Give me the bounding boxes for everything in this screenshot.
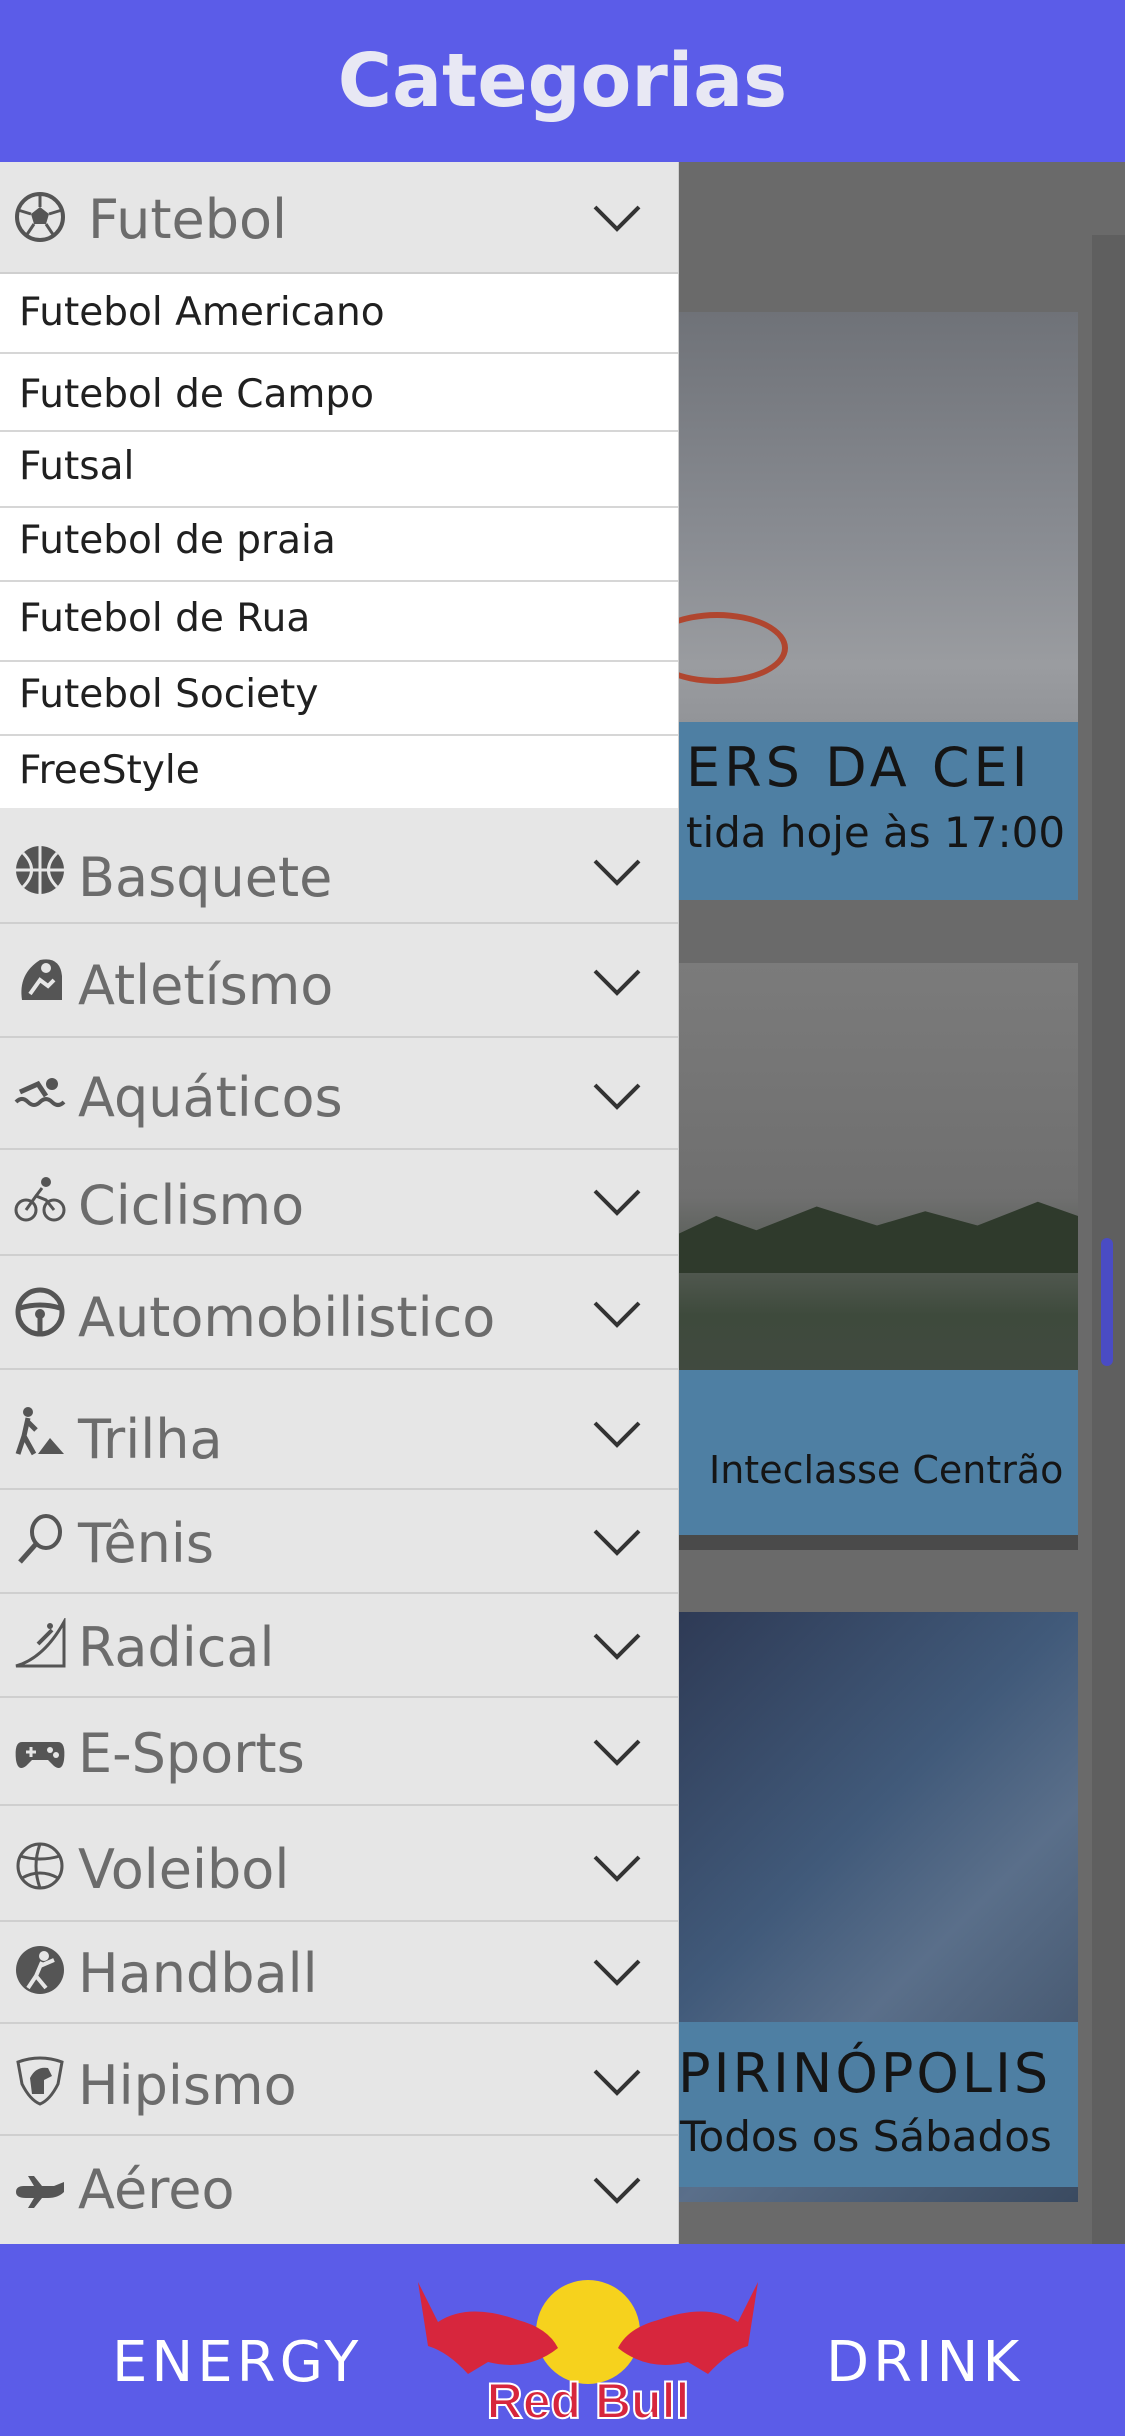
category-futebol[interactable]: Futebol xyxy=(0,162,678,274)
handball-icon xyxy=(16,1946,64,1994)
chevron-down-icon[interactable] xyxy=(592,1188,642,1216)
category-radical[interactable]: Radical xyxy=(0,1594,678,1698)
category-label: Futebol xyxy=(88,188,288,251)
svg-text:Red Bull: Red Bull xyxy=(487,2373,690,2428)
subcategory-item[interactable]: Futebol de Rua xyxy=(0,582,678,662)
scrollbar-thumb[interactable] xyxy=(1101,1238,1113,1366)
airplane-icon xyxy=(16,2176,64,2208)
soccer-ball-icon xyxy=(15,192,65,242)
category-basquete[interactable]: Basquete xyxy=(0,808,678,924)
event-title: Inteclasse Centrão xyxy=(709,1448,1064,1492)
event-card[interactable]: PIRINÓPOLIS Todos os Sábados xyxy=(676,1612,1078,2202)
chevron-down-icon[interactable] xyxy=(592,1420,642,1448)
horse-head-icon xyxy=(16,2056,64,2106)
event-banner: ERS DA CEI tida hoje às 17:00 xyxy=(676,722,1078,900)
footer-banner[interactable]: ENERGY Red Bull DRINK xyxy=(0,2244,1125,2436)
chevron-down-icon[interactable] xyxy=(592,858,642,886)
basketball-icon xyxy=(16,846,64,894)
subcategory-item[interactable]: FreeStyle xyxy=(0,736,678,808)
page-title: Categorias xyxy=(337,38,788,124)
cyclist-icon xyxy=(14,1177,66,1222)
category-handball[interactable]: Handball xyxy=(0,1922,678,2024)
chevron-down-icon[interactable] xyxy=(592,2176,642,2204)
chevron-down-icon[interactable] xyxy=(592,1300,642,1328)
field-image xyxy=(676,1201,1078,1273)
chevron-down-icon[interactable] xyxy=(592,204,642,232)
chevron-down-icon[interactable] xyxy=(592,1082,642,1110)
red-bull-logo: Red Bull xyxy=(418,2280,758,2428)
category-voleibol[interactable]: Voleibol xyxy=(0,1806,678,1922)
tennis-racket-icon xyxy=(18,1514,62,1564)
event-banner: PIRINÓPOLIS Todos os Sábados xyxy=(676,2022,1078,2187)
category-aquaticos[interactable]: Aquáticos xyxy=(0,1038,678,1150)
runner-icon xyxy=(21,959,63,1000)
category-aereo[interactable]: Aéreo xyxy=(0,2136,678,2244)
event-title: PIRINÓPOLIS xyxy=(678,2042,1052,2105)
chevron-down-icon[interactable] xyxy=(592,1738,642,1766)
steering-wheel-icon xyxy=(15,1287,65,1337)
chevron-down-icon[interactable] xyxy=(592,2068,642,2096)
event-title: ERS DA CEI xyxy=(686,736,1032,799)
chevron-down-icon[interactable] xyxy=(592,1632,642,1660)
category-automobilistico[interactable]: Automobilistico xyxy=(0,1256,678,1370)
subcategory-item[interactable]: Futebol Americano xyxy=(0,274,678,354)
hiker-icon xyxy=(15,1407,64,1456)
category-esports[interactable]: E-Sports xyxy=(0,1698,678,1806)
chevron-down-icon[interactable] xyxy=(592,1854,642,1882)
event-card[interactable]: ERS DA CEI tida hoje às 17:00 xyxy=(676,312,1078,900)
categories-drawer: Futebol Futebol Americano Futebol de Cam… xyxy=(0,162,679,2244)
skate-ramp-icon xyxy=(15,1618,66,1668)
category-ciclismo[interactable]: Ciclismo xyxy=(0,1150,678,1256)
gamepad-icon xyxy=(15,1742,65,1768)
chevron-down-icon[interactable] xyxy=(592,968,642,996)
chevron-down-icon[interactable] xyxy=(592,1958,642,1986)
category-trilha[interactable]: Trilha xyxy=(0,1370,678,1490)
footer-right-text: DRINK xyxy=(826,2330,1024,2395)
footer-left-text: ENERGY xyxy=(112,2330,363,2395)
subcategory-item[interactable]: Futebol de praia xyxy=(0,508,678,582)
volleyball-icon xyxy=(16,1842,64,1890)
swimmer-icon xyxy=(14,1078,66,1107)
subcategory-item[interactable]: Futsal xyxy=(0,432,678,508)
event-subtitle: tida hoje às 17:00 xyxy=(686,808,1066,857)
app-header: Categorias xyxy=(0,0,1125,162)
category-hipismo[interactable]: Hipismo xyxy=(0,2024,678,2136)
category-atletismo[interactable]: Atletísmo xyxy=(0,924,678,1038)
event-subtitle: Todos os Sábados xyxy=(680,2112,1052,2161)
basketball-hoop-image xyxy=(676,612,788,684)
subcategory-item[interactable]: Futebol Society xyxy=(0,662,678,736)
event-card[interactable]: Inteclasse Centrão xyxy=(676,963,1078,1550)
subcategory-item[interactable]: Futebol de Campo xyxy=(0,354,678,432)
chevron-down-icon[interactable] xyxy=(592,1528,642,1556)
category-tenis[interactable]: Tênis xyxy=(0,1490,678,1594)
event-banner: Inteclasse Centrão xyxy=(676,1370,1078,1535)
